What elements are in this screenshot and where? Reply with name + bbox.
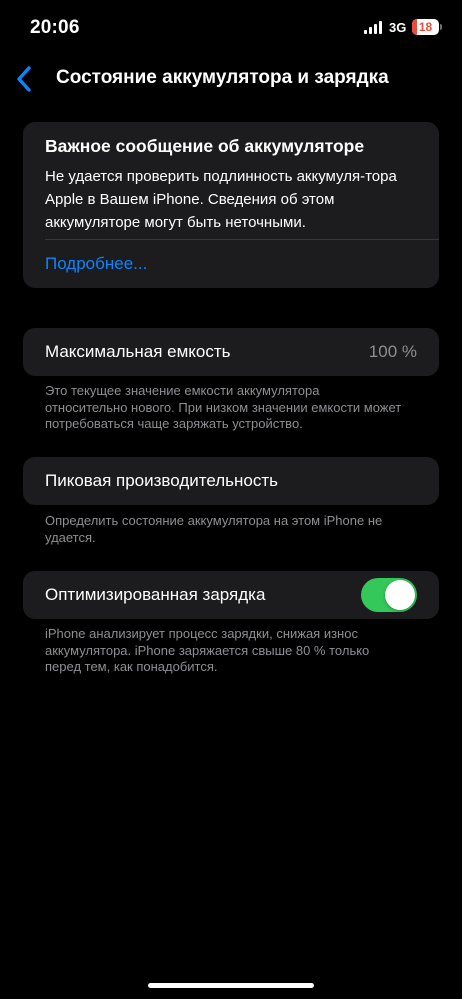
divider — [45, 239, 439, 240]
optimized-charging-footnote: iPhone анализирует процесс зарядки, сниж… — [45, 626, 370, 674]
max-capacity-label: Максимальная емкость — [45, 342, 231, 361]
network-type: 3G — [389, 20, 407, 35]
max-capacity-row: Максимальная емкость 100 % — [23, 328, 439, 376]
max-capacity-value: 100 % — [368, 342, 417, 361]
optimized-charging-toggle[interactable] — [361, 578, 417, 612]
signal-bars-icon — [364, 21, 382, 34]
peak-performance-label: Пиковая производительность — [45, 471, 279, 490]
page-title: Состояние аккумулятора и зарядка — [56, 67, 389, 88]
status-time: 20:06 — [30, 17, 80, 38]
battery-alert-card: Важное сообщение об аккумуляторе Не удае… — [23, 122, 439, 288]
chevron-left-icon[interactable] — [10, 62, 40, 96]
toggle-knob — [385, 580, 415, 610]
battery-level: 18 — [418, 20, 433, 34]
alert-body: Не удается проверить подлинность аккумул… — [45, 168, 397, 231]
home-indicator[interactable] — [148, 983, 314, 988]
optimized-charging-row: Оптимизированная зарядка — [23, 571, 439, 619]
peak-performance-row: Пиковая производительность — [23, 457, 439, 505]
battery-icon: 18 — [412, 19, 439, 35]
alert-title: Важное сообщение об аккумуляторе — [45, 136, 365, 156]
battery-tip — [440, 24, 442, 30]
learn-more-link[interactable]: Подробнее... — [45, 254, 147, 274]
optimized-charging-label: Оптимизированная зарядка — [45, 585, 266, 604]
status-bar: 20:06 3G 18 — [0, 0, 462, 56]
max-capacity-footnote: Это текущее значение емкости аккумулятор… — [45, 383, 402, 431]
peak-performance-footnote: Определить состояние аккумулятора на это… — [45, 513, 383, 545]
